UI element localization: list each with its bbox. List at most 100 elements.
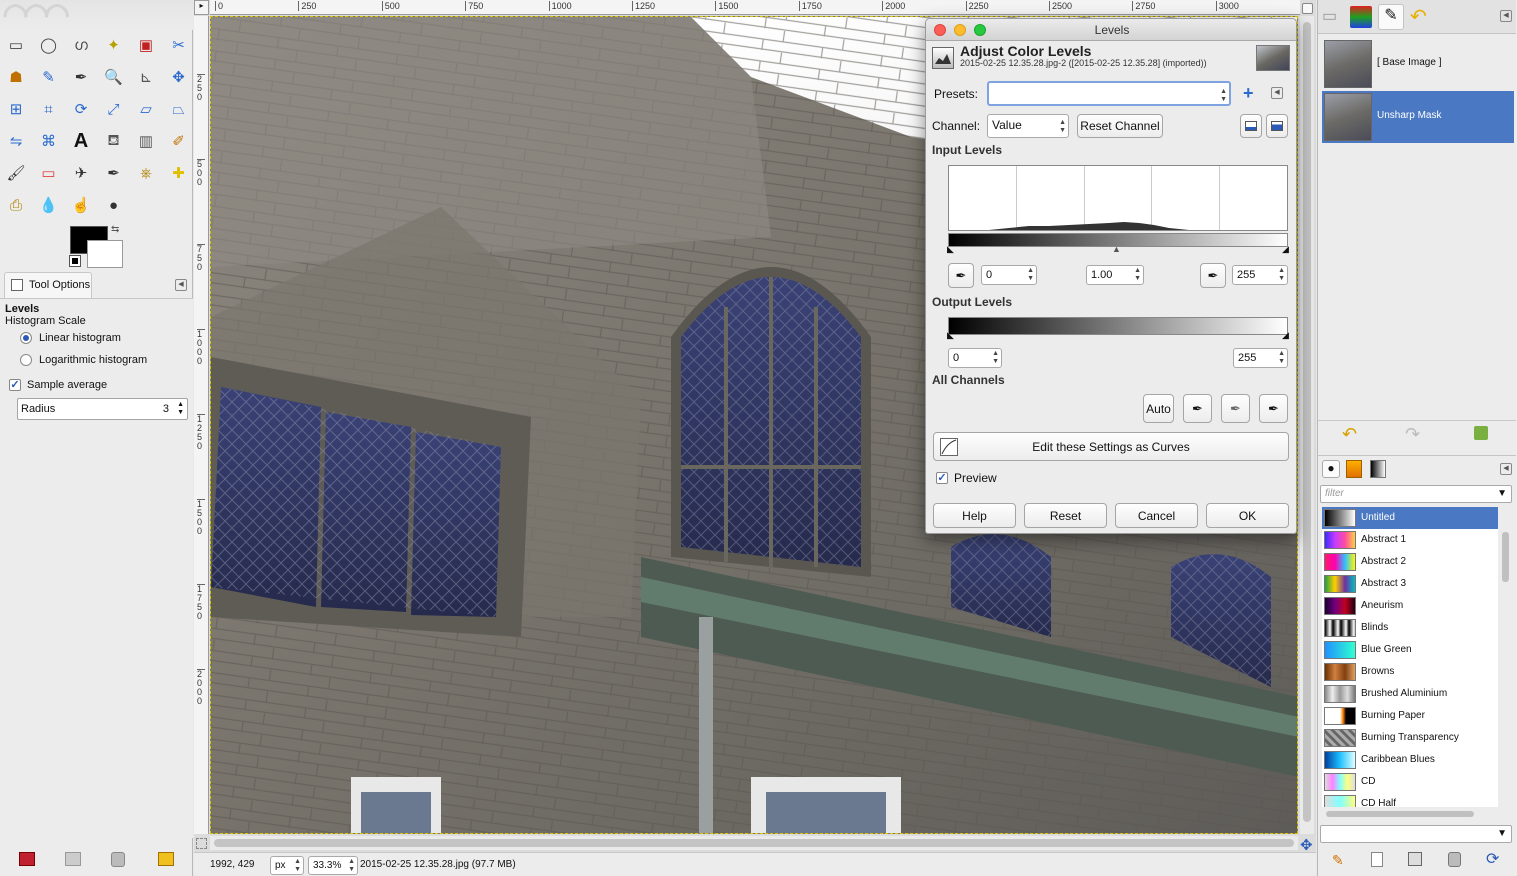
gradient-item[interactable]: Abstract 1 xyxy=(1322,529,1498,551)
dock-menu-icon-top[interactable]: ◀ xyxy=(1500,10,1512,22)
reset-button[interactable]: Reset xyxy=(1024,503,1107,528)
filter-dropdown-icon[interactable]: ▼ xyxy=(1497,488,1507,499)
gradient-item[interactable]: Aneurism xyxy=(1322,595,1498,617)
undo-icon[interactable]: ↶ xyxy=(1342,424,1357,445)
input-low-spinbox[interactable]: 0 ▲ ▼ xyxy=(981,265,1037,285)
white-point-picker-button[interactable]: ✒ xyxy=(1200,263,1226,288)
add-preset-icon[interactable]: + xyxy=(1243,83,1254,104)
zoom-selector[interactable]: 33.3% ▲ ▼ xyxy=(308,856,358,875)
gradient-item[interactable]: Blinds xyxy=(1322,617,1498,639)
gradient-item[interactable]: Untitled xyxy=(1322,507,1498,529)
ok-button[interactable]: OK xyxy=(1206,503,1289,528)
input-gamma-spinbox[interactable]: 1.00 ▲ ▼ xyxy=(1086,265,1144,285)
tab-layers[interactable] xyxy=(1350,6,1372,28)
input-high-spinbox[interactable]: 255 ▲ ▼ xyxy=(1232,265,1288,285)
input-gamma-handle[interactable]: ▲ xyxy=(1112,244,1121,254)
delete-options-icon[interactable] xyxy=(111,852,125,867)
dock-menu-icon[interactable]: ◀ xyxy=(175,279,187,291)
tab-undo-history[interactable]: ↶ xyxy=(1410,4,1427,29)
edit-gradient-icon[interactable]: ✎ xyxy=(1332,852,1344,869)
reset-options-icon[interactable] xyxy=(158,852,174,866)
log-histogram-button[interactable] xyxy=(1266,114,1288,138)
bucket-fill-tool-icon[interactable]: ⛾ xyxy=(101,128,127,154)
output-gradient-bar[interactable] xyxy=(948,317,1288,335)
vertical-scroll-thumb[interactable] xyxy=(1303,22,1311,822)
linear-histogram-radio[interactable] xyxy=(20,332,32,344)
zoom-window-icon[interactable] xyxy=(974,24,986,36)
tab-brushes[interactable]: ● xyxy=(1322,460,1340,478)
tab-channels[interactable]: ▭ xyxy=(1322,6,1344,28)
free-select-tool-icon[interactable]: ഗ xyxy=(68,32,94,58)
restore-options-icon[interactable] xyxy=(65,852,81,866)
duplicate-gradient-icon[interactable] xyxy=(1408,852,1422,866)
cancel-button[interactable]: Cancel xyxy=(1115,503,1198,528)
gradient-item[interactable]: Brushed Aluminium xyxy=(1322,683,1498,705)
dodge-burn-tool-icon[interactable]: ● xyxy=(101,192,127,218)
horizontal-ruler[interactable]: 0 250 500 750 1000 1250 1500 1750 2000 2250 2500 27… xyxy=(210,0,1300,15)
cage-tool-icon[interactable]: ⌘ xyxy=(36,128,62,154)
move-tool-icon[interactable]: ✥ xyxy=(166,64,192,90)
fuzzy-select-tool-icon[interactable]: ✦ xyxy=(101,32,127,58)
color-picker-tool-icon[interactable]: ✒ xyxy=(68,64,94,90)
gradient-item[interactable]: CD Half xyxy=(1322,793,1498,807)
zoom-image-icon[interactable] xyxy=(1302,3,1313,14)
radius-spin-icon[interactable]: ▲ ▼ xyxy=(177,401,184,417)
heal-tool-icon[interactable]: ✚ xyxy=(166,160,192,186)
pick-gray-button[interactable]: ✒ xyxy=(1221,394,1250,423)
gradients-vscroll-thumb[interactable] xyxy=(1502,532,1509,582)
levels-titlebar[interactable]: Levels xyxy=(926,19,1296,41)
gradient-item[interactable]: CD xyxy=(1322,771,1498,793)
gradients-hscrollbar[interactable] xyxy=(1322,808,1498,820)
output-low-handle[interactable]: ◣ xyxy=(947,330,954,341)
flip-tool-icon[interactable]: ⇋ xyxy=(3,128,29,154)
scissors-select-tool-icon[interactable]: ✂ xyxy=(166,32,192,58)
gradients-hscroll-thumb[interactable] xyxy=(1326,811,1474,817)
crop-tool-icon[interactable]: ⌗ xyxy=(36,96,62,122)
tab-tool-options[interactable]: Tool Options xyxy=(4,272,92,298)
rect-select-tool-icon[interactable]: ▭ xyxy=(3,32,29,58)
foreground-select-tool-icon[interactable]: ☗ xyxy=(3,64,29,90)
gradient-item[interactable]: Browns xyxy=(1322,661,1498,683)
gradient-item[interactable]: Abstract 2 xyxy=(1322,551,1498,573)
black-point-picker-button[interactable]: ✒ xyxy=(948,263,974,288)
measure-tool-icon[interactable]: ⊾ xyxy=(133,64,159,90)
horizontal-scroll-thumb[interactable] xyxy=(214,839,1294,847)
output-low-spinbox[interactable]: 0 ▲ ▼ xyxy=(948,348,1002,368)
paintbrush-tool-icon[interactable]: 🖌 xyxy=(3,160,29,186)
auto-button[interactable]: Auto xyxy=(1143,394,1174,423)
quick-mask-icon[interactable] xyxy=(196,838,207,849)
tab-patterns[interactable] xyxy=(1346,460,1362,478)
layer-row[interactable]: [ Base Image ] xyxy=(1322,38,1514,90)
smudge-tool-icon[interactable]: ☝ xyxy=(68,192,94,218)
dock-menu-icon-bottom[interactable]: ◀ xyxy=(1500,463,1512,475)
preset-menu-icon[interactable]: ◀ xyxy=(1271,87,1283,99)
align-tool-icon[interactable]: ⊞ xyxy=(3,96,29,122)
rotate-tool-icon[interactable]: ⟳ xyxy=(68,96,94,122)
gradient-item[interactable]: Burning Transparency xyxy=(1322,727,1498,749)
layer-row[interactable]: Unsharp Mask xyxy=(1322,91,1514,143)
save-options-icon[interactable] xyxy=(19,852,35,866)
eraser-tool-icon[interactable]: ▭ xyxy=(36,160,62,186)
scale-tool-icon[interactable]: ⤢ xyxy=(101,96,127,122)
refresh-gradients-icon[interactable]: ⟳ xyxy=(1486,849,1499,869)
gradient-item[interactable]: Burning Paper xyxy=(1322,705,1498,727)
input-high-handle[interactable]: ◢ xyxy=(1282,244,1289,255)
editor-dropdown-icon[interactable]: ▼ xyxy=(1497,828,1507,839)
unit-selector[interactable]: px ▲ ▼ xyxy=(270,856,304,875)
ink-tool-icon[interactable]: ✒ xyxy=(101,160,127,186)
gradient-item[interactable]: Abstract 3 xyxy=(1322,573,1498,595)
vertical-scrollbar[interactable] xyxy=(1300,16,1314,834)
gradient-item[interactable]: Blue Green xyxy=(1322,639,1498,661)
preview-checkbox[interactable]: ✓ xyxy=(936,472,948,484)
gradients-vscrollbar[interactable] xyxy=(1499,507,1513,807)
text-tool-icon[interactable]: A xyxy=(68,128,94,154)
vertical-ruler[interactable]: 250 500 750 1000 1250 1500 1750 2000 xyxy=(194,16,209,834)
pick-white-button[interactable]: ✒ xyxy=(1259,394,1288,423)
channel-combo[interactable]: Value ▲ ▼ xyxy=(987,114,1069,138)
perspective-tool-icon[interactable]: ⏢ xyxy=(166,96,192,122)
presets-combo[interactable]: ▲ ▼ xyxy=(987,81,1231,106)
clear-history-icon[interactable] xyxy=(1474,426,1488,440)
log-histogram-radio[interactable] xyxy=(20,354,32,366)
tab-gradients[interactable] xyxy=(1370,460,1386,478)
reset-channel-button[interactable]: Reset Channel xyxy=(1077,114,1163,138)
